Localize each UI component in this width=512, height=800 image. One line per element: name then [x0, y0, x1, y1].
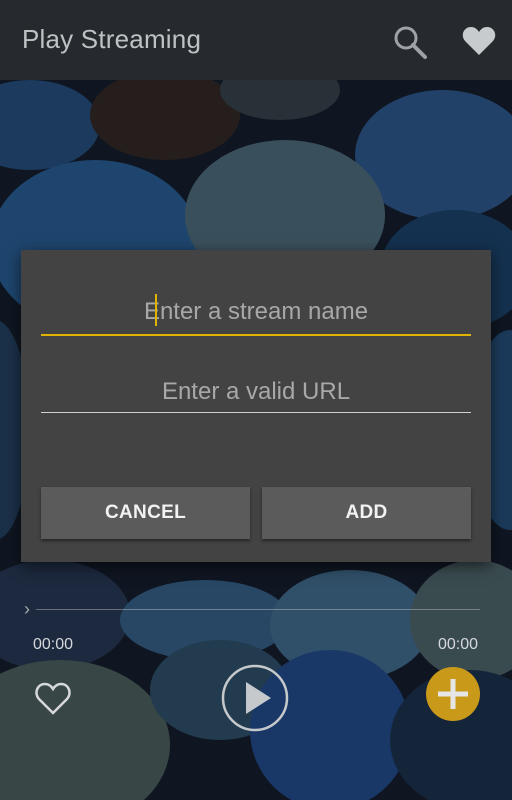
stream-name-input[interactable]: [41, 292, 471, 332]
time-total: 00:00: [438, 636, 479, 653]
add-stream-dialog: CANCEL ADD: [21, 250, 491, 562]
app-bar: Play Streaming: [0, 0, 512, 80]
stream-url-field[interactable]: [41, 368, 471, 413]
text-caret: [155, 294, 157, 326]
heart-outline-icon[interactable]: [34, 680, 72, 716]
seek-bar[interactable]: [36, 609, 480, 610]
add-button[interactable]: ADD: [262, 487, 471, 539]
play-icon[interactable]: [221, 664, 289, 732]
time-elapsed: 00:00: [33, 636, 74, 653]
app-title: Play Streaming: [22, 24, 202, 54]
stream-name-field[interactable]: [41, 288, 471, 336]
plus-icon[interactable]: [426, 667, 480, 721]
search-icon[interactable]: [392, 24, 428, 60]
stream-url-input[interactable]: [41, 372, 471, 412]
heart-icon[interactable]: [462, 26, 496, 56]
cancel-button[interactable]: CANCEL: [41, 487, 250, 539]
seek-thumb[interactable]: ›: [24, 599, 36, 619]
